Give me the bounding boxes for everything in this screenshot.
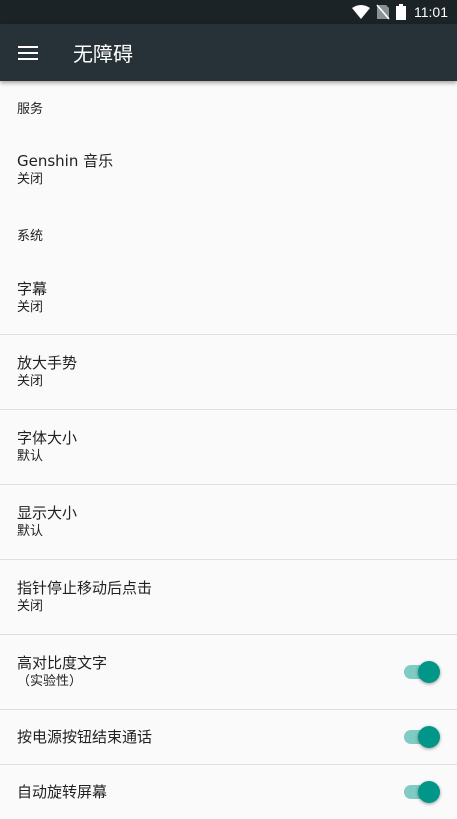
switch-thumb [418,726,440,748]
pref-summary: （实验性） [17,674,83,689]
app-toolbar: 无障碍 [0,24,457,81]
pref-display-size[interactable]: 显示大小 默认 [0,485,457,559]
services-section-header: 服务 [17,101,44,117]
battery-icon [396,4,406,20]
pref-click-after-pointer-stops[interactable]: 指针停止移动后点击 关闭 [0,560,457,634]
pref-high-contrast-text[interactable]: 高对比度文字 （实验性） [0,635,457,709]
status-time: 11:01 [414,4,448,20]
settings-list: 服务 Genshin 音乐 关闭 系统 字幕 关闭 放大手势 关闭 字体大小 默… [0,81,457,819]
pref-summary: 关闭 [17,599,44,614]
pref-title: 指针停止移动后点击 [17,579,153,597]
pref-summary: 关闭 [17,374,44,389]
pref-genshin-music[interactable]: Genshin 音乐 关闭 [0,133,457,207]
pref-font-size[interactable]: 字体大小 默认 [0,410,457,484]
no-sim-icon [376,4,390,20]
pref-title: 字体大小 [17,429,78,447]
pref-title: 放大手势 [17,354,78,372]
switch-thumb [418,781,440,803]
pref-title: 显示大小 [17,504,78,522]
status-bar: 11:01 [0,0,457,24]
pref-magnification-gestures[interactable]: 放大手势 关闭 [0,335,457,409]
pref-power-button-ends-call[interactable]: 按电源按钮结束通话 [0,710,457,764]
high-contrast-toggle[interactable] [404,661,440,683]
pref-summary: 关闭 [17,299,44,315]
auto-rotate-toggle[interactable] [404,781,440,803]
switch-thumb [418,661,440,683]
page-title: 无障碍 [73,42,133,66]
pref-title: Genshin 音乐 [17,152,114,170]
power-button-ends-call-toggle[interactable] [404,726,440,748]
pref-summary: 默认 [17,524,44,539]
pref-title: 按电源按钮结束通话 [17,728,153,746]
pref-auto-rotate-screen[interactable]: 自动旋转屏幕 [0,765,457,819]
pref-captions[interactable]: 字幕 关闭 [0,261,457,334]
system-section-header: 系统 [17,228,44,244]
hamburger-menu-icon[interactable] [0,24,56,81]
wifi-icon [352,5,370,19]
pref-summary: 关闭 [17,172,44,187]
pref-summary: 默认 [17,449,44,464]
pref-title: 自动旋转屏幕 [17,783,108,801]
pref-title: 高对比度文字 [17,654,108,672]
pref-title: 字幕 [17,279,48,298]
